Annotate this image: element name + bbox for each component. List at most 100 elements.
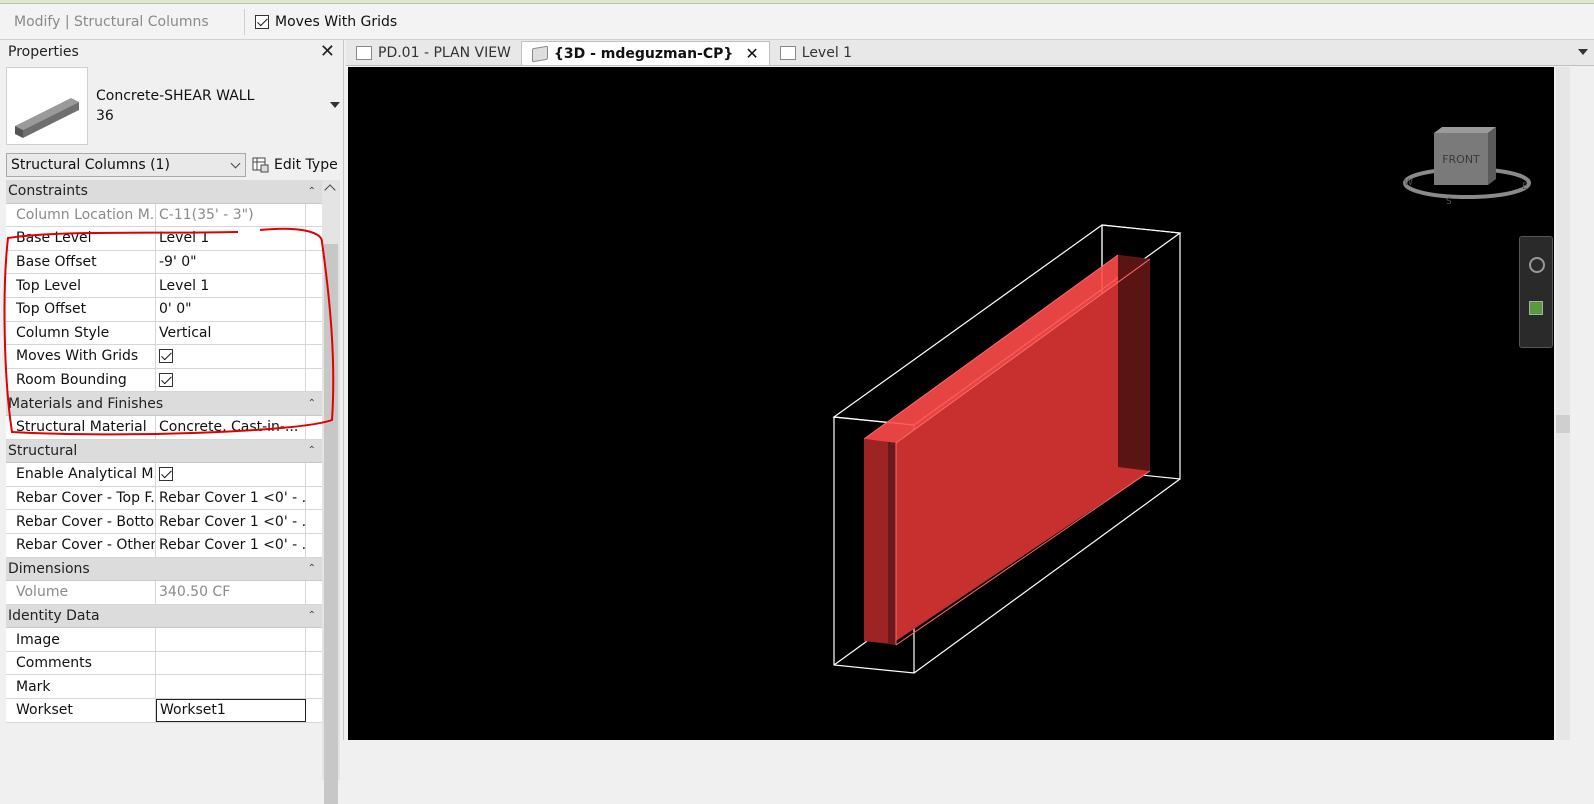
viewcube[interactable]: FRONT S E W — [1400, 125, 1534, 207]
property-value[interactable]: Workset1 — [156, 699, 306, 722]
property-value[interactable]: Rebar Cover 1 <0' - ... — [156, 486, 306, 510]
property-value[interactable] — [156, 368, 306, 392]
properties-title: Properties — [8, 44, 79, 60]
zoom-icon[interactable] — [1529, 301, 1543, 315]
property-label: Top Level — [6, 274, 156, 297]
property-value[interactable]: Level 1 — [156, 227, 306, 250]
collapse-icon[interactable]: ⌃ — [308, 186, 316, 197]
property-value[interactable]: -9' 0" — [156, 250, 306, 274]
chevron-down-icon — [230, 158, 241, 169]
property-label: Rebar Cover - Top F... — [6, 486, 156, 510]
property-button-cell — [306, 699, 322, 722]
property-value[interactable] — [156, 651, 306, 675]
property-value[interactable]: 0' 0" — [156, 297, 306, 321]
property-value[interactable] — [156, 628, 306, 651]
property-value[interactable]: Concrete, Cast-in-... — [156, 415, 306, 439]
properties-grid: Constraints ⌃ Column Location M... C-11(35'… — [6, 180, 322, 723]
property-row: Image — [6, 628, 322, 652]
property-label: Volume — [6, 581, 156, 604]
compass-south-label: S — [1446, 197, 1452, 207]
properties-header: Properties ✕ — [0, 40, 343, 64]
property-value[interactable]: Rebar Cover 1 <0' - ... — [156, 533, 306, 557]
3d-view-canvas[interactable] — [348, 67, 1554, 740]
property-row: Rebar Cover - Botto... Rebar Cover 1 <0' … — [6, 510, 322, 534]
property-label: Workset — [6, 699, 156, 722]
property-label: Column Style — [6, 321, 156, 345]
section-title: Constraints — [8, 183, 88, 200]
moves-with-grids-checkbox[interactable] — [255, 14, 269, 29]
property-value[interactable]: Vertical — [156, 321, 306, 345]
close-tab-icon[interactable]: ✕ — [745, 44, 758, 63]
view-tab[interactable]: Level 1 — [770, 41, 862, 65]
property-value[interactable] — [156, 675, 306, 699]
property-button-cell — [306, 486, 322, 510]
property-value: C-11(35' - 3") — [156, 203, 306, 227]
level-view-icon — [779, 46, 796, 60]
close-icon[interactable]: ✕ — [320, 43, 335, 61]
property-button-cell — [306, 581, 322, 604]
property-value[interactable] — [156, 463, 306, 486]
section-title: Materials and Finishes — [8, 395, 164, 412]
property-label: Rebar Cover - Other... — [6, 533, 156, 557]
properties-scrollbar[interactable] — [322, 180, 340, 804]
property-label: Base Level — [6, 227, 156, 250]
property-row: Column Location M... C-11(35' - 3") — [6, 203, 322, 228]
property-label: Rebar Cover - Botto... — [6, 510, 156, 533]
property-checkbox[interactable] — [159, 467, 173, 482]
scroll-track[interactable] — [1556, 67, 1570, 740]
property-checkbox[interactable] — [159, 349, 173, 364]
section-header[interactable]: Structural ⌃ — [6, 439, 322, 464]
view-tab[interactable]: PD.01 - PLAN VIEW — [346, 41, 521, 65]
property-button-cell — [306, 321, 322, 345]
property-label: Room Bounding — [6, 368, 156, 392]
section-header[interactable]: Dimensions ⌃ — [6, 557, 322, 582]
property-button-cell — [306, 203, 322, 227]
property-row: Comments — [6, 651, 322, 676]
type-dropdown-icon[interactable] — [330, 102, 340, 108]
property-label: Moves With Grids — [6, 345, 156, 368]
property-row: Rebar Cover - Other... Rebar Cover 1 <0' … — [6, 533, 322, 558]
property-row: Rebar Cover - Top F... Rebar Cover 1 <0' … — [6, 486, 322, 511]
steering-wheel-icon[interactable] — [1529, 257, 1545, 273]
tabs-overflow-icon[interactable] — [1578, 49, 1588, 55]
view-tab[interactable]: {3D - mdeguzman-CP} ✕ — [520, 41, 770, 65]
property-row: Moves With Grids — [6, 345, 322, 369]
type-selector[interactable]: Concrete-SHEAR WALL 36 — [6, 66, 342, 146]
property-row: Top Offset 0' 0" — [6, 297, 322, 322]
property-row: Mark — [6, 675, 322, 700]
view-scrollbar[interactable] — [1554, 67, 1594, 740]
property-button-cell — [306, 415, 322, 439]
properties-palette: Properties ✕ Concrete-SHEAR WALL 36 Stru… — [0, 40, 344, 804]
section-title: Dimensions — [8, 560, 90, 577]
collapse-icon[interactable]: ⌃ — [308, 563, 316, 574]
compass-east-label: E — [1522, 182, 1528, 192]
property-button-cell — [306, 510, 322, 533]
navigation-bar — [1519, 236, 1553, 348]
edit-type-label: Edit Type — [274, 157, 338, 173]
scrollbar-thumb[interactable] — [324, 244, 338, 804]
section-header[interactable]: Materials and Finishes ⌃ — [6, 392, 322, 416]
property-button-cell — [306, 297, 322, 321]
property-checkbox[interactable] — [159, 373, 173, 388]
property-label: Comments — [6, 651, 156, 675]
collapse-icon[interactable]: ⌃ — [308, 445, 316, 456]
property-value[interactable]: Level 1 — [156, 274, 306, 297]
scroll-up-icon[interactable] — [324, 184, 336, 196]
section-header[interactable]: Identity Data ⌃ — [6, 604, 322, 629]
scroll-knob[interactable] — [1556, 415, 1570, 433]
edit-type-button[interactable]: Edit Type — [252, 157, 338, 173]
collapse-icon[interactable]: ⌃ — [308, 398, 316, 409]
property-value[interactable] — [156, 345, 306, 368]
context-title: Modify | Structural Columns — [14, 13, 209, 30]
section-title: Structural — [8, 442, 78, 459]
property-value[interactable]: Rebar Cover 1 <0' - ... — [156, 510, 306, 533]
view-tab-label: {3D - mdeguzman-CP} — [553, 45, 734, 62]
view-tabs: PD.01 - PLAN VIEW {3D - mdeguzman-CP} ✕ Lev… — [346, 40, 1594, 66]
section-header[interactable]: Constraints ⌃ — [6, 180, 322, 204]
collapse-icon[interactable]: ⌃ — [308, 610, 316, 621]
moves-with-grids-option[interactable]: Moves With Grids — [255, 14, 397, 30]
category-filter-dropdown[interactable]: Structural Columns (1) — [6, 153, 246, 177]
view-tab-label: Level 1 — [801, 45, 853, 61]
filter-row: Structural Columns (1) Edit Type — [6, 152, 342, 178]
3d-view-icon — [531, 45, 548, 62]
